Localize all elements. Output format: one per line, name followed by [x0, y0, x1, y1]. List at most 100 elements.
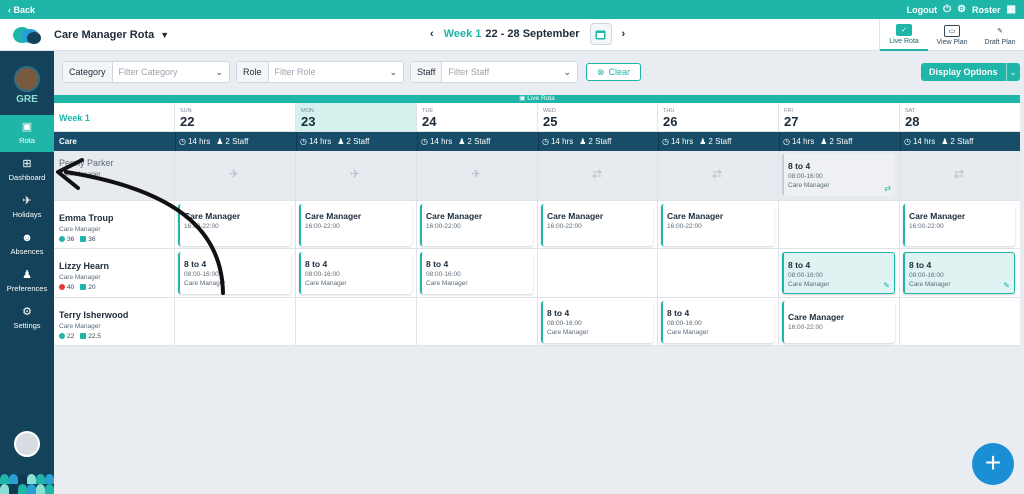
employee-role: Care Manager — [59, 274, 101, 281]
display-options-button[interactable]: Display Options ⌄ — [921, 63, 1020, 81]
display-options-label: Display Options — [921, 63, 1006, 81]
shift-card[interactable]: 8 to 4 08:00-16:00 Care Manager — [541, 301, 653, 343]
sidebar-item-rota[interactable]: ▣ Rota — [0, 115, 54, 152]
rota-cell[interactable] — [900, 298, 1020, 345]
sidebar-item-absences[interactable]: ☻ Absences — [0, 226, 54, 263]
rota-cell[interactable]: 8 to 4 08:00-16:00 Care Manager — [296, 249, 417, 297]
shift-time: 08:00-16:00 — [667, 320, 702, 327]
contract-hours: 36 — [67, 236, 75, 243]
shift-time: 08:00-16:00 — [788, 173, 823, 180]
shift-card[interactable]: 8 to 4 08:00-16:00 Care Manager ✎ — [782, 252, 895, 294]
rota-cell[interactable] — [296, 298, 417, 345]
rota-cell[interactable]: 8 to 4 08:00-16:00 Care Manager ✎ — [900, 249, 1020, 297]
employee-cell[interactable]: Lizzy Hearn Care Manager 40 20 — [54, 249, 175, 297]
rota-cell[interactable]: ✈ — [417, 151, 538, 200]
sidebar-item-holidays[interactable]: ✈ Holidays — [0, 189, 54, 226]
pencil-icon[interactable]: ✎ — [883, 281, 890, 290]
sidebar-item-settings[interactable]: ⚙ Settings — [0, 300, 54, 337]
apps-grid-icon[interactable]: ▦ — [1007, 4, 1016, 15]
shift-card[interactable]: 8 to 4 08:00-16:00 Care Manager ⇄ — [782, 154, 895, 196]
rota-cell[interactable]: ⇄ — [538, 151, 658, 200]
shift-card[interactable]: Care Manager 16:00-22:00 — [541, 204, 653, 246]
rota-cell[interactable]: 8 to 4 08:00-16:00 Care Manager ⇄ — [779, 151, 900, 200]
rota-cell[interactable]: ✈ — [175, 151, 296, 200]
day-header-wed: WED 25 — [538, 103, 658, 132]
rota-cell[interactable]: Care Manager 16:00-22:00 — [296, 201, 417, 248]
rota-cell[interactable] — [175, 298, 296, 345]
rota-cell[interactable]: ✈ — [296, 151, 417, 200]
rota-cell[interactable]: Care Manager 16:00-22:00 — [658, 201, 779, 248]
back-link[interactable]: ‹ Back — [8, 5, 35, 15]
add-shift-button[interactable]: + — [972, 443, 1014, 485]
rota-selector[interactable]: Care Manager Rota ▼ — [54, 29, 169, 41]
rota-cell[interactable] — [538, 249, 658, 297]
rota-cell[interactable]: 8 to 4 08:00-16:00 Care Manager ✎ — [779, 249, 900, 297]
tab-live-rota[interactable]: ✓ Live Rota — [880, 19, 928, 51]
employee-cell[interactable]: Emma Troup Care Manager 36 36 — [54, 201, 175, 248]
shift-card[interactable]: Care Manager 16:00-22:00 — [178, 204, 291, 246]
rota-cell[interactable]: Care Manager 16:00-22:00 — [175, 201, 296, 248]
shift-card[interactable]: Care Manager 16:00-22:00 — [420, 204, 533, 246]
category-filter-label: Category — [63, 62, 113, 82]
rota-cell[interactable]: ⇄ — [658, 151, 779, 200]
rota-cell[interactable]: Care Manager 16:00-22:00 — [779, 298, 900, 345]
clock-icon: ◷ — [421, 137, 428, 146]
staff-filter[interactable]: Staff Filter Staff ⌄ — [410, 61, 578, 83]
employee-cell[interactable]: Terry Isherwood Care Manager 22 22.5 — [54, 298, 175, 345]
category-filter[interactable]: Category Filter Category ⌄ — [62, 61, 230, 83]
user-avatar[interactable] — [14, 431, 40, 457]
shift-card[interactable]: Care Manager 16:00-22:00 — [903, 204, 1015, 246]
clear-filters-button[interactable]: ⊗ Clear — [586, 63, 642, 81]
pencil-icon[interactable]: ✎ — [1003, 281, 1010, 290]
shift-card[interactable]: 8 to 4 08:00-16:00 Care Manager — [178, 252, 291, 294]
sidebar-item-dashboard[interactable]: ⊞ Dashboard — [0, 152, 54, 189]
tab-draft-plan[interactable]: ✎ Draft Plan — [976, 19, 1024, 51]
tab-view-plan[interactable]: ▭ View Plan — [928, 19, 976, 51]
shift-title: 8 to 4 — [788, 260, 811, 270]
holiday-icon: ✈ — [350, 167, 361, 181]
shift-card[interactable]: 8 to 4 08:00-16:00 Care Manager ✎ — [903, 252, 1015, 294]
shift-card[interactable]: 8 to 4 08:00-16:00 Care Manager — [299, 252, 412, 294]
next-week-button[interactable]: › — [622, 28, 626, 40]
role-filter[interactable]: Role Filter Role ⌄ — [236, 61, 404, 83]
person-icon: ♟ — [820, 137, 828, 146]
rota-cell[interactable] — [779, 201, 900, 248]
shift-card[interactable]: Care Manager 16:00-22:00 — [782, 301, 895, 343]
day-header-fri: FRI 27 — [779, 103, 900, 132]
rota-cell[interactable]: 8 to 4 08:00-16:00 Care Manager — [417, 249, 538, 297]
logout-icon[interactable]: ⏻ — [943, 4, 951, 15]
rota-cell[interactable]: Care Manager 16:00-22:00 — [900, 201, 1020, 248]
logout-link[interactable]: Logout — [907, 5, 938, 15]
rota-cell[interactable]: Care Manager 16:00-22:00 — [538, 201, 658, 248]
gear-icon[interactable]: ⚙ — [957, 4, 966, 15]
swap-icon[interactable]: ⇄ — [884, 184, 891, 193]
shift-title: Care Manager — [788, 312, 845, 322]
back-label: Back — [13, 4, 36, 15]
prev-week-button[interactable]: ‹ — [430, 28, 434, 40]
rota-cell[interactable]: 8 to 4 08:00-16:00 Care Manager — [175, 249, 296, 297]
sidebar-item-preferences[interactable]: ♟ Preferences — [0, 263, 54, 300]
app-logo[interactable] — [0, 19, 54, 51]
calendar-picker-button[interactable] — [589, 23, 612, 45]
shift-card[interactable]: 8 to 4 08:00-16:00 Care Manager — [420, 252, 533, 294]
rota-cell[interactable]: Care Manager 16:00-22:00 — [417, 201, 538, 248]
roster-link[interactable]: Roster — [972, 5, 1001, 15]
rota-cell[interactable]: ⇄ — [900, 151, 1020, 200]
day-header-sun: SUN 22 — [175, 103, 296, 132]
shift-card[interactable]: Care Manager 16:00-22:00 — [299, 204, 412, 246]
rota-cell[interactable]: 8 to 4 08:00-16:00 Care Manager — [658, 298, 779, 345]
shift-card[interactable]: Care Manager 16:00-22:00 — [661, 204, 774, 246]
rota-grid: Week 1 SUN 22 MON 23 TUE 24 WED 25 THU 26 FRI… — [54, 103, 1020, 346]
rota-cell[interactable]: 8 to 4 08:00-16:00 Care Manager — [538, 298, 658, 345]
org-avatar[interactable] — [14, 66, 40, 92]
rota-cell[interactable] — [658, 249, 779, 297]
clock-icon: ◷ — [179, 137, 186, 146]
chevron-down-icon[interactable]: ⌄ — [1005, 63, 1020, 81]
rota-cell[interactable] — [417, 298, 538, 345]
contract-hours-icon — [59, 284, 65, 290]
hours-count: 14 hrs — [429, 137, 453, 146]
shift-card[interactable]: 8 to 4 08:00-16:00 Care Manager — [661, 301, 774, 343]
employee-hours: 40 20 — [59, 284, 174, 291]
employee-cell[interactable]: Penny Parker Care Manager — [54, 151, 175, 200]
decorative-pattern — [0, 474, 54, 494]
